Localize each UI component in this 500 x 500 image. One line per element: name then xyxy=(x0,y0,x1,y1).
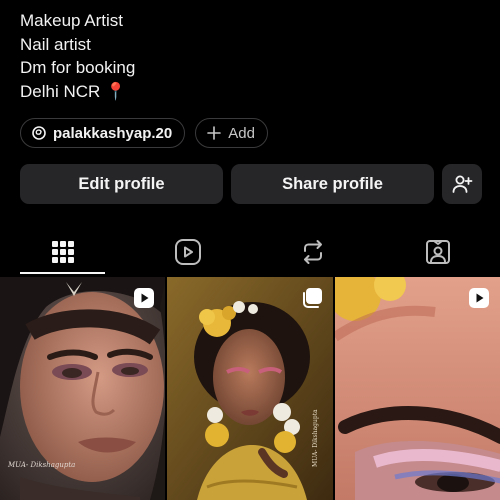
bio-line: Delhi NCR 📍 xyxy=(20,81,127,101)
reels-icon xyxy=(174,239,201,265)
profile-bio: Makeup Artist Nail artist Dm for booking… xyxy=(20,9,135,103)
tab-reposts[interactable] xyxy=(250,228,375,276)
carousel-icon xyxy=(302,288,322,308)
tab-tagged[interactable] xyxy=(375,228,500,276)
profile-tabs xyxy=(0,228,500,276)
post-thumbnail: MUA- Dikshagupta xyxy=(0,277,166,500)
profile-actions: Edit profile Share profile xyxy=(20,164,482,204)
reposts-icon xyxy=(303,240,322,264)
post-thumbnail xyxy=(334,277,500,500)
threads-handle-chip[interactable]: palakkashyap.20 xyxy=(20,118,186,148)
bio-line: Nail artist xyxy=(20,34,91,54)
reel-icon xyxy=(468,288,489,308)
discover-people-button[interactable] xyxy=(442,164,482,204)
reel-icon xyxy=(134,288,155,308)
watermark-text: MUA- Dikshagupta xyxy=(312,409,319,467)
post-tile[interactable]: MUA- Dikshagupta xyxy=(167,277,333,500)
plus-icon xyxy=(207,126,222,140)
post-thumbnail: MUA- Dikshagupta xyxy=(167,277,333,500)
edit-profile-button[interactable]: Edit profile xyxy=(20,164,223,204)
add-person-icon xyxy=(452,175,473,193)
share-profile-button[interactable]: Share profile xyxy=(231,164,434,204)
threads-handle-text: palakkashyap.20 xyxy=(53,124,173,142)
tab-reels[interactable] xyxy=(125,228,250,276)
watermark-text: MUA- Dikshagupta xyxy=(7,461,75,469)
tab-posts-grid[interactable] xyxy=(0,228,125,276)
bio-line: Makeup Artist xyxy=(20,11,123,30)
grid-icon xyxy=(51,241,74,263)
posts-grid: MUA- Dikshagupta MUA- Dikshagupta xyxy=(0,277,500,500)
add-link-chip[interactable]: Add xyxy=(195,118,268,148)
bio-line: Dm for booking xyxy=(20,58,136,77)
tagged-icon xyxy=(425,240,450,264)
threads-icon xyxy=(32,126,46,140)
post-tile[interactable] xyxy=(334,277,500,500)
post-tile[interactable]: MUA- Dikshagupta xyxy=(0,277,166,500)
link-chips: palakkashyap.20 Add xyxy=(20,118,268,148)
add-link-label: Add xyxy=(228,124,255,142)
